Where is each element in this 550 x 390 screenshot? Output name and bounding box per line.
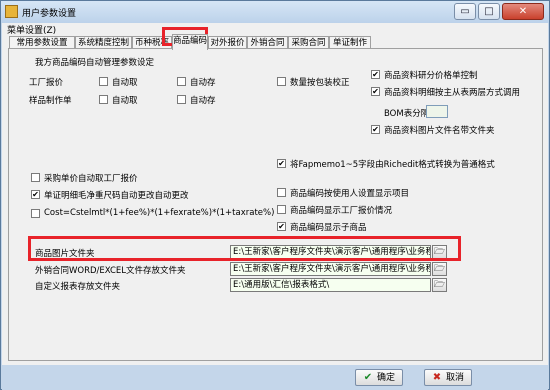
report-folder-path[interactable]: E:\通用版\汇信\报表格式\ (230, 278, 431, 292)
show-factory-quote-checkbox[interactable] (277, 205, 286, 214)
cancel-button[interactable]: ✖ 取消 (424, 369, 472, 386)
show-sub-products-checkbox[interactable] (277, 222, 286, 231)
sample-auto-fetch-label: 自动取 (112, 96, 138, 106)
menu-bar: 菜单设置(Z) (2, 23, 548, 36)
rtf-convert-checkbox[interactable] (277, 159, 286, 168)
quote-auto-fetch-checkbox[interactable] (99, 77, 108, 86)
image-filename-folder-label: 商品资料图片文件名带文件夹 (384, 126, 495, 136)
quote-auto-save-checkbox[interactable] (177, 77, 186, 86)
quote-auto-fetch-label: 自动取 (112, 78, 138, 88)
dialog-footer: ✔ 确定 ✖ 取消 (2, 365, 548, 390)
master-detail-call-checkbox[interactable] (371, 87, 380, 96)
sample-order-label: 样品制作单 (29, 96, 72, 106)
sample-auto-fetch-checkbox[interactable] (99, 95, 108, 104)
contract-folder-path[interactable]: E:\王新家\客户程序文件夹\演示客户\通用程序\业务程 (230, 262, 431, 276)
factory-quote-label: 工厂报价 (29, 78, 64, 88)
app-icon (5, 5, 18, 18)
sample-auto-save-checkbox[interactable] (177, 95, 186, 104)
price-list-control-label: 商品资料研分价格单控制 (384, 71, 478, 81)
show-sub-products-label: 商品编码显示子商品 (290, 223, 367, 233)
qty-pack-check-checkbox[interactable] (277, 77, 286, 86)
display-by-user-checkbox[interactable] (277, 188, 286, 197)
master-detail-call-label: 商品资料明细按主从表两层方式调用 (384, 88, 521, 98)
qty-pack-check-label: 数量按包装校正 (290, 78, 350, 88)
doc-weight-update-checkbox[interactable] (31, 190, 40, 199)
report-folder-label: 自定义报表存放文件夹 (35, 282, 121, 292)
window-title: 用户参数设置 (22, 9, 77, 19)
show-factory-quote-label: 商品编码显示工厂报价情况 (290, 206, 393, 216)
section-title: 我方商品编码自动管理参数设定 (35, 58, 155, 68)
quote-auto-save-label: 自动存 (190, 78, 216, 88)
ok-button[interactable]: ✔ 确定 (355, 369, 403, 386)
product-code-panel: 我方商品编码自动管理参数设定 工厂报价 自动取 自动存 数量按包装校正 样品制作… (8, 48, 543, 361)
dialog-window: 用户参数设置 ▭ □ ✕ 菜单设置(Z) 常用参数设置 系统精度控制 币种税率 … (0, 0, 550, 390)
check-icon: ✔ (363, 372, 373, 383)
tab-product-code[interactable]: 商品编码 (172, 34, 208, 50)
ok-label: 确定 (377, 373, 396, 383)
folder-open-icon[interactable]: 🗁 (432, 262, 447, 276)
purchase-price-label: 采购单价自动取工厂报价 (44, 174, 138, 184)
minimize-button[interactable]: ▭ (454, 3, 476, 20)
close-button[interactable]: ✕ (502, 3, 544, 20)
maximize-button[interactable]: □ (478, 3, 500, 20)
purchase-price-checkbox[interactable] (31, 173, 40, 182)
image-filename-folder-checkbox[interactable] (371, 125, 380, 134)
folder-open-icon[interactable]: 🗁 (432, 278, 447, 292)
rtf-convert-label: 将Fapmemo1~5字段由Richedit格式转换为普通格式 (290, 160, 495, 170)
doc-weight-update-label: 单证明细毛净重尺码自动更改自动更改 (44, 191, 189, 201)
report-folder-highlight-box (28, 236, 461, 261)
cancel-label: 取消 (446, 373, 465, 383)
contract-folder-label: 外销合同WORD/EXCEL文件存放文件夹 (35, 266, 186, 276)
price-list-control-checkbox[interactable] (371, 70, 380, 79)
cost-formula-label: Cost=Cstelmtl*(1+fee%)*(1+fexrate%)*(1+t… (44, 208, 275, 218)
sample-auto-save-label: 自动存 (190, 96, 216, 106)
display-by-user-label: 商品编码按使用人设置显示项目 (290, 189, 410, 199)
title-bar[interactable]: 用户参数设置 ▭ □ ✕ (1, 1, 549, 23)
client-area: 常用参数设置 系统精度控制 币种税率 商品编码 对外报价 外销合同 采购合同 单… (2, 34, 548, 365)
bom-separator-input[interactable] (426, 105, 448, 118)
cross-icon: ✖ (432, 372, 442, 383)
cost-formula-checkbox[interactable] (31, 209, 40, 218)
